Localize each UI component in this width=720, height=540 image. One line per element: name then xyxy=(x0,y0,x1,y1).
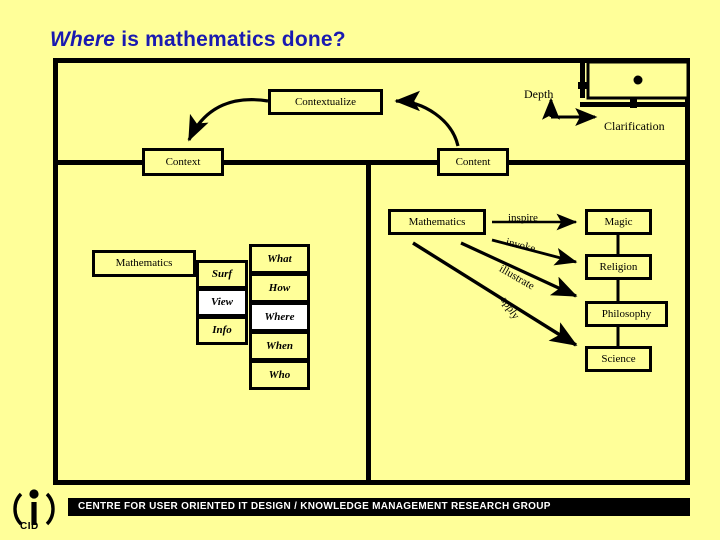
node-question-how-label: How xyxy=(268,281,291,294)
node-question-where-label: Where xyxy=(264,310,295,323)
page-title-emphasis: Where xyxy=(50,28,116,51)
vertical-divider xyxy=(366,160,371,485)
node-science[interactable]: Science xyxy=(585,346,652,372)
node-mathematics-left[interactable]: Mathematics xyxy=(92,250,196,277)
node-science-label: Science xyxy=(601,352,636,365)
node-contextualize-label: Contextualize xyxy=(294,95,357,108)
node-question-what[interactable]: What xyxy=(249,244,310,274)
inset-plot xyxy=(578,60,690,108)
node-question-what-label: What xyxy=(267,252,292,265)
node-mode-view-label: View xyxy=(210,296,233,308)
node-question-when-label: When xyxy=(266,339,293,352)
node-context-label: Context xyxy=(165,155,201,168)
node-question-who[interactable]: Who xyxy=(249,360,310,390)
page-title: Where is mathematics done? xyxy=(50,28,346,52)
footer-text: CENTRE FOR USER ORIENTED IT DESIGN / KNO… xyxy=(78,501,551,512)
node-question-when[interactable]: When xyxy=(249,331,310,361)
node-mathematics-right[interactable]: Mathematics xyxy=(388,209,486,235)
node-mode-surf-label: Surf xyxy=(211,268,233,280)
inset-y-axis-tick xyxy=(578,82,587,89)
inset-depth-label: Depth xyxy=(524,87,554,101)
node-content-label: Content xyxy=(455,155,491,168)
inset-y-axis-bar xyxy=(580,62,585,98)
node-mode-view[interactable]: View xyxy=(196,288,248,317)
node-question-how[interactable]: How xyxy=(249,273,310,303)
inset-x-axis-tick xyxy=(630,98,637,108)
node-mode-info-label: Info xyxy=(212,324,232,336)
node-context[interactable]: Context xyxy=(142,148,224,176)
node-religion-label: Religion xyxy=(599,260,638,273)
node-religion[interactable]: Religion xyxy=(585,254,652,280)
node-philosophy[interactable]: Philosophy xyxy=(585,301,668,327)
node-mathematics-left-label: Mathematics xyxy=(115,257,173,269)
node-magic-label: Magic xyxy=(604,215,633,228)
inset-data-point xyxy=(633,75,643,85)
node-content[interactable]: Content xyxy=(437,148,509,176)
arrow-label-inspire: inspire xyxy=(508,212,538,224)
node-magic[interactable]: Magic xyxy=(585,209,652,235)
node-mode-info[interactable]: Info xyxy=(196,316,248,345)
page-title-rest: is mathematics done? xyxy=(115,28,346,51)
node-mode-surf[interactable]: Surf xyxy=(196,260,248,289)
inset-clarification-label: Clarification xyxy=(604,119,665,133)
slide-canvas: Where is mathematics done? Contextualize… xyxy=(0,0,720,540)
node-question-where[interactable]: Where xyxy=(249,302,310,332)
cid-logo-text: CID xyxy=(20,521,39,532)
node-contextualize[interactable]: Contextualize xyxy=(268,89,383,115)
node-philosophy-label: Philosophy xyxy=(601,307,652,320)
node-question-who-label: Who xyxy=(268,368,291,381)
node-mathematics-right-label: Mathematics xyxy=(408,215,466,228)
